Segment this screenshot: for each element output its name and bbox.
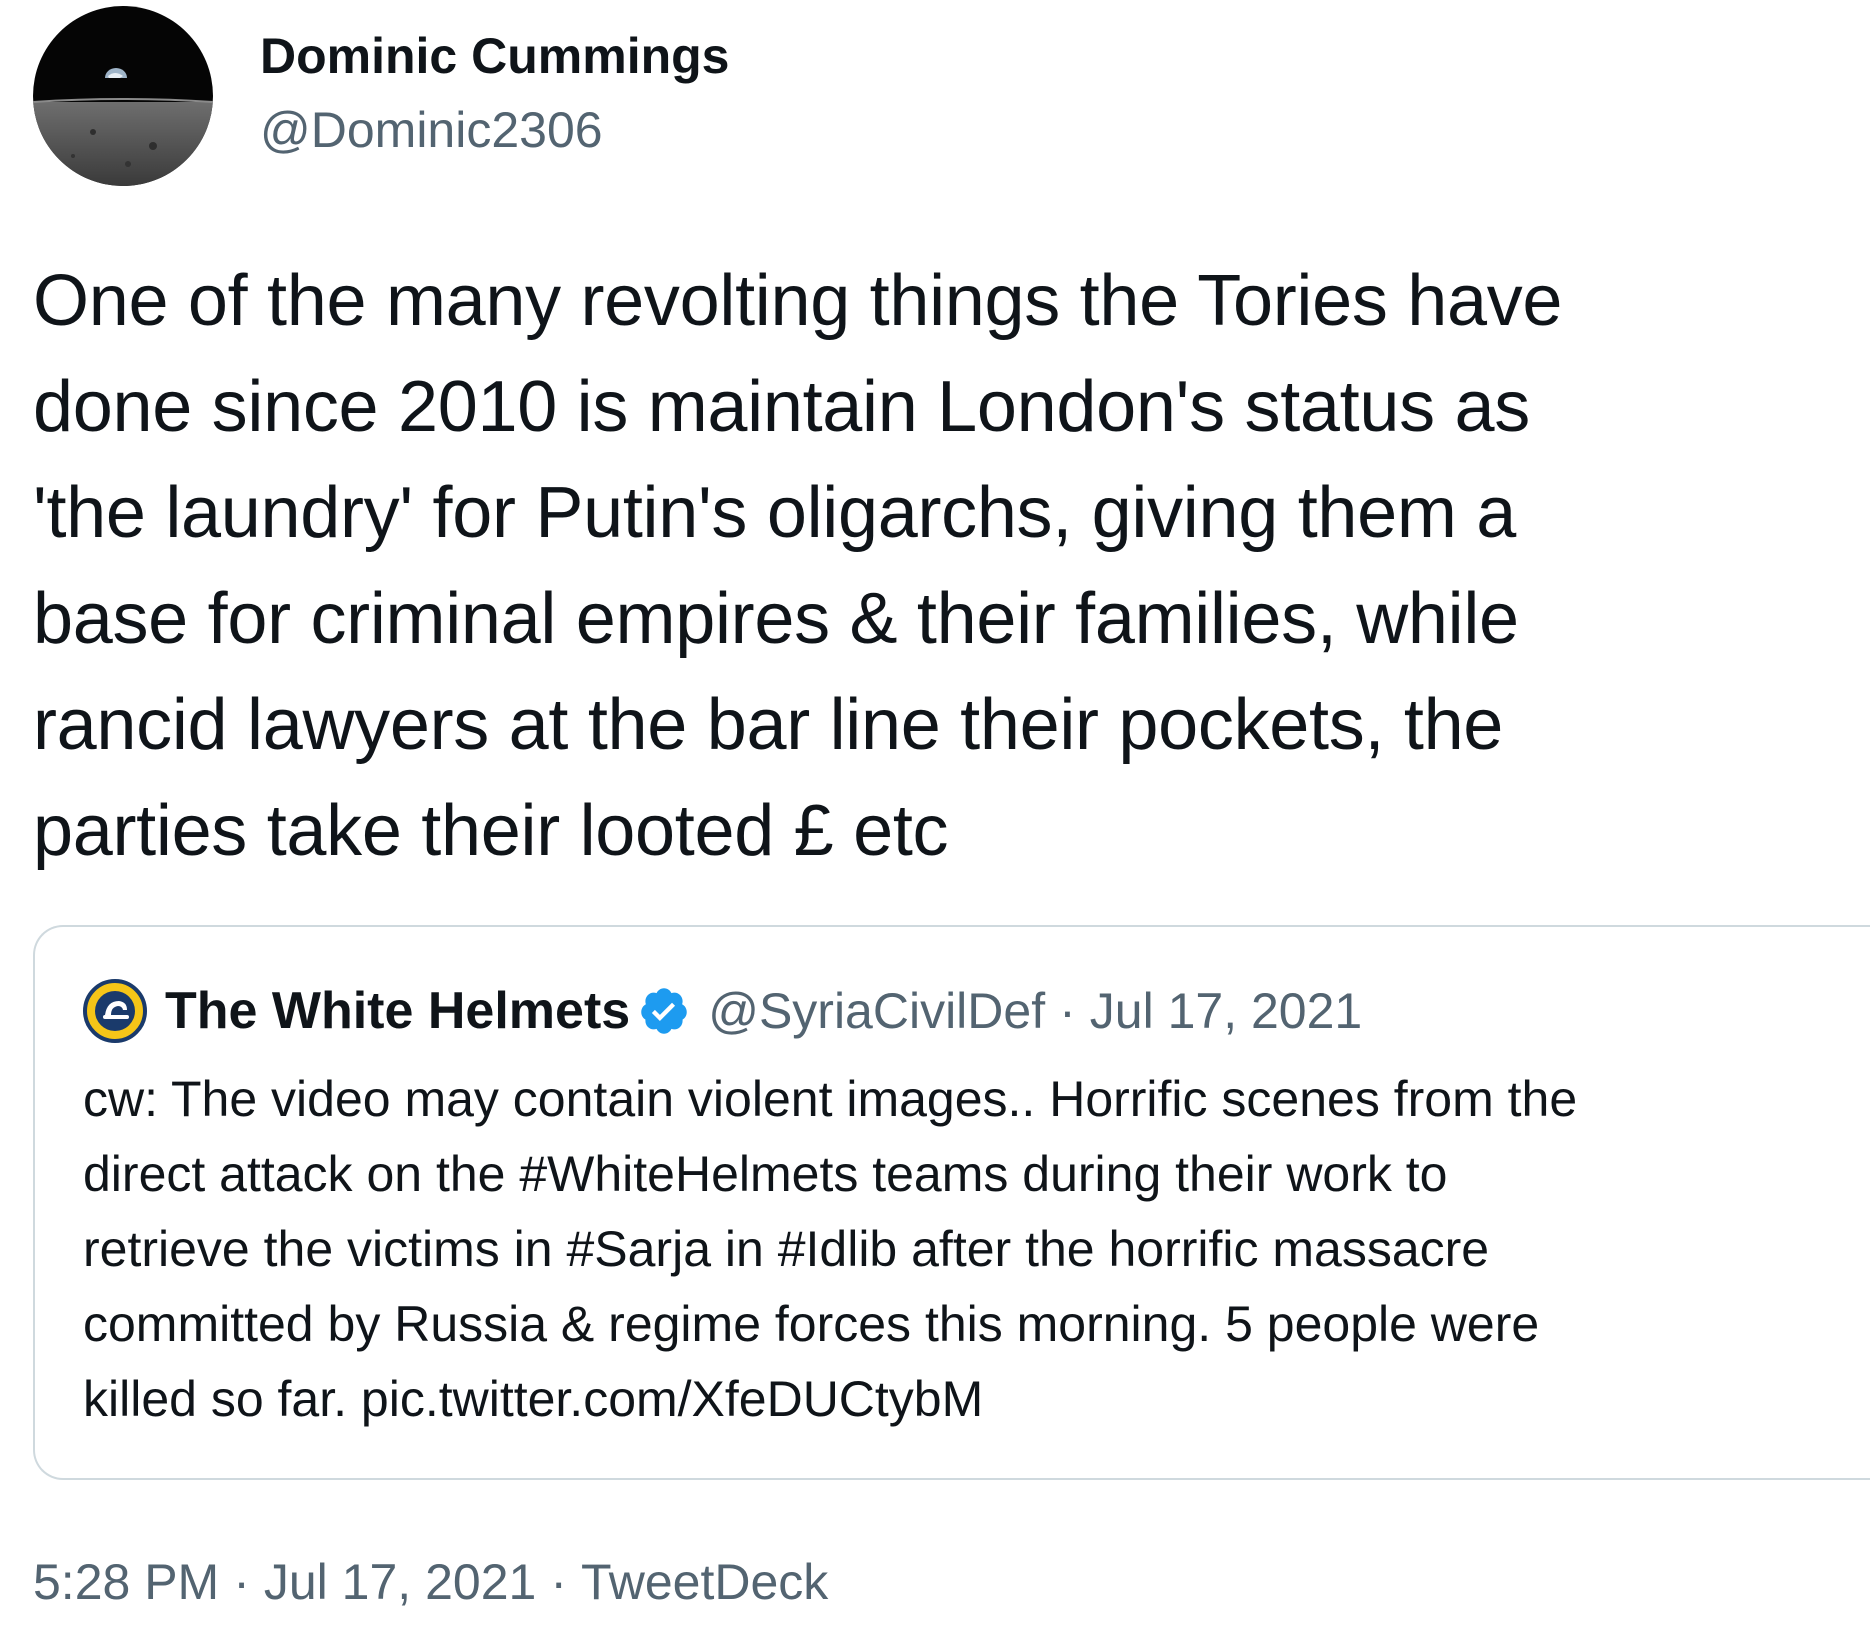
white-helmets-logo-icon[interactable]	[83, 979, 147, 1043]
quoted-tweet-header: The White Helmets @SyriaCivilDef · Jul 1…	[83, 979, 1362, 1043]
quoted-author-name[interactable]: The White Helmets	[165, 981, 630, 1041]
tweet-text-line: parties take their looted £ etc	[33, 791, 949, 871]
tweet-time[interactable]: 5:28 PM	[33, 1554, 219, 1610]
tweet-text-line: base for criminal empires & their famili…	[33, 579, 1519, 659]
quoted-tweet-date[interactable]: Jul 17, 2021	[1090, 982, 1362, 1040]
tweet: Dominic Cummings @Dominic2306 One of the…	[0, 0, 1870, 1642]
separator-dot: ·	[233, 1554, 250, 1610]
quoted-text-line: direct attack on the #WhiteHelmets teams…	[83, 1146, 1448, 1202]
tweet-text-line: 'the laundry' for Putin's oligarchs, giv…	[33, 473, 1517, 553]
tweet-source[interactable]: TweetDeck	[581, 1554, 828, 1610]
tweet-meta: 5:28 PM · Jul 17, 2021 · TweetDeck	[33, 1552, 828, 1612]
author-handle[interactable]: @Dominic2306	[260, 100, 603, 160]
tweet-date[interactable]: Jul 17, 2021	[264, 1554, 536, 1610]
quoted-text-line: committed by Russia & regime forces this…	[83, 1296, 1540, 1352]
author-avatar-icon[interactable]	[33, 6, 213, 186]
separator-dot: ·	[1059, 983, 1076, 1039]
quoted-text-line: retrieve the victims in #Sarja in #Idlib…	[83, 1221, 1490, 1277]
separator-dot: ·	[550, 1554, 567, 1610]
tweet-text-line: done since 2010 is maintain London's sta…	[33, 367, 1530, 447]
quoted-text-line: cw: The video may contain violent images…	[83, 1071, 1578, 1127]
tweet-text-line: rancid lawyers at the bar line their poc…	[33, 685, 1504, 765]
tweet-text: One of the many revolting things the Tor…	[33, 248, 1863, 884]
quoted-author-handle[interactable]: @SyriaCivilDef	[708, 982, 1045, 1040]
quoted-text-line: killed so far. pic.twitter.com/XfeDUCtyb…	[83, 1371, 984, 1427]
verified-badge-icon	[641, 988, 687, 1034]
tweet-text-line: One of the many revolting things the Tor…	[33, 261, 1563, 341]
author-name[interactable]: Dominic Cummings	[260, 26, 729, 86]
quoted-tweet-card[interactable]: The White Helmets @SyriaCivilDef · Jul 1…	[33, 925, 1870, 1480]
quoted-tweet-text: cw: The video may contain violent images…	[83, 1062, 1577, 1437]
